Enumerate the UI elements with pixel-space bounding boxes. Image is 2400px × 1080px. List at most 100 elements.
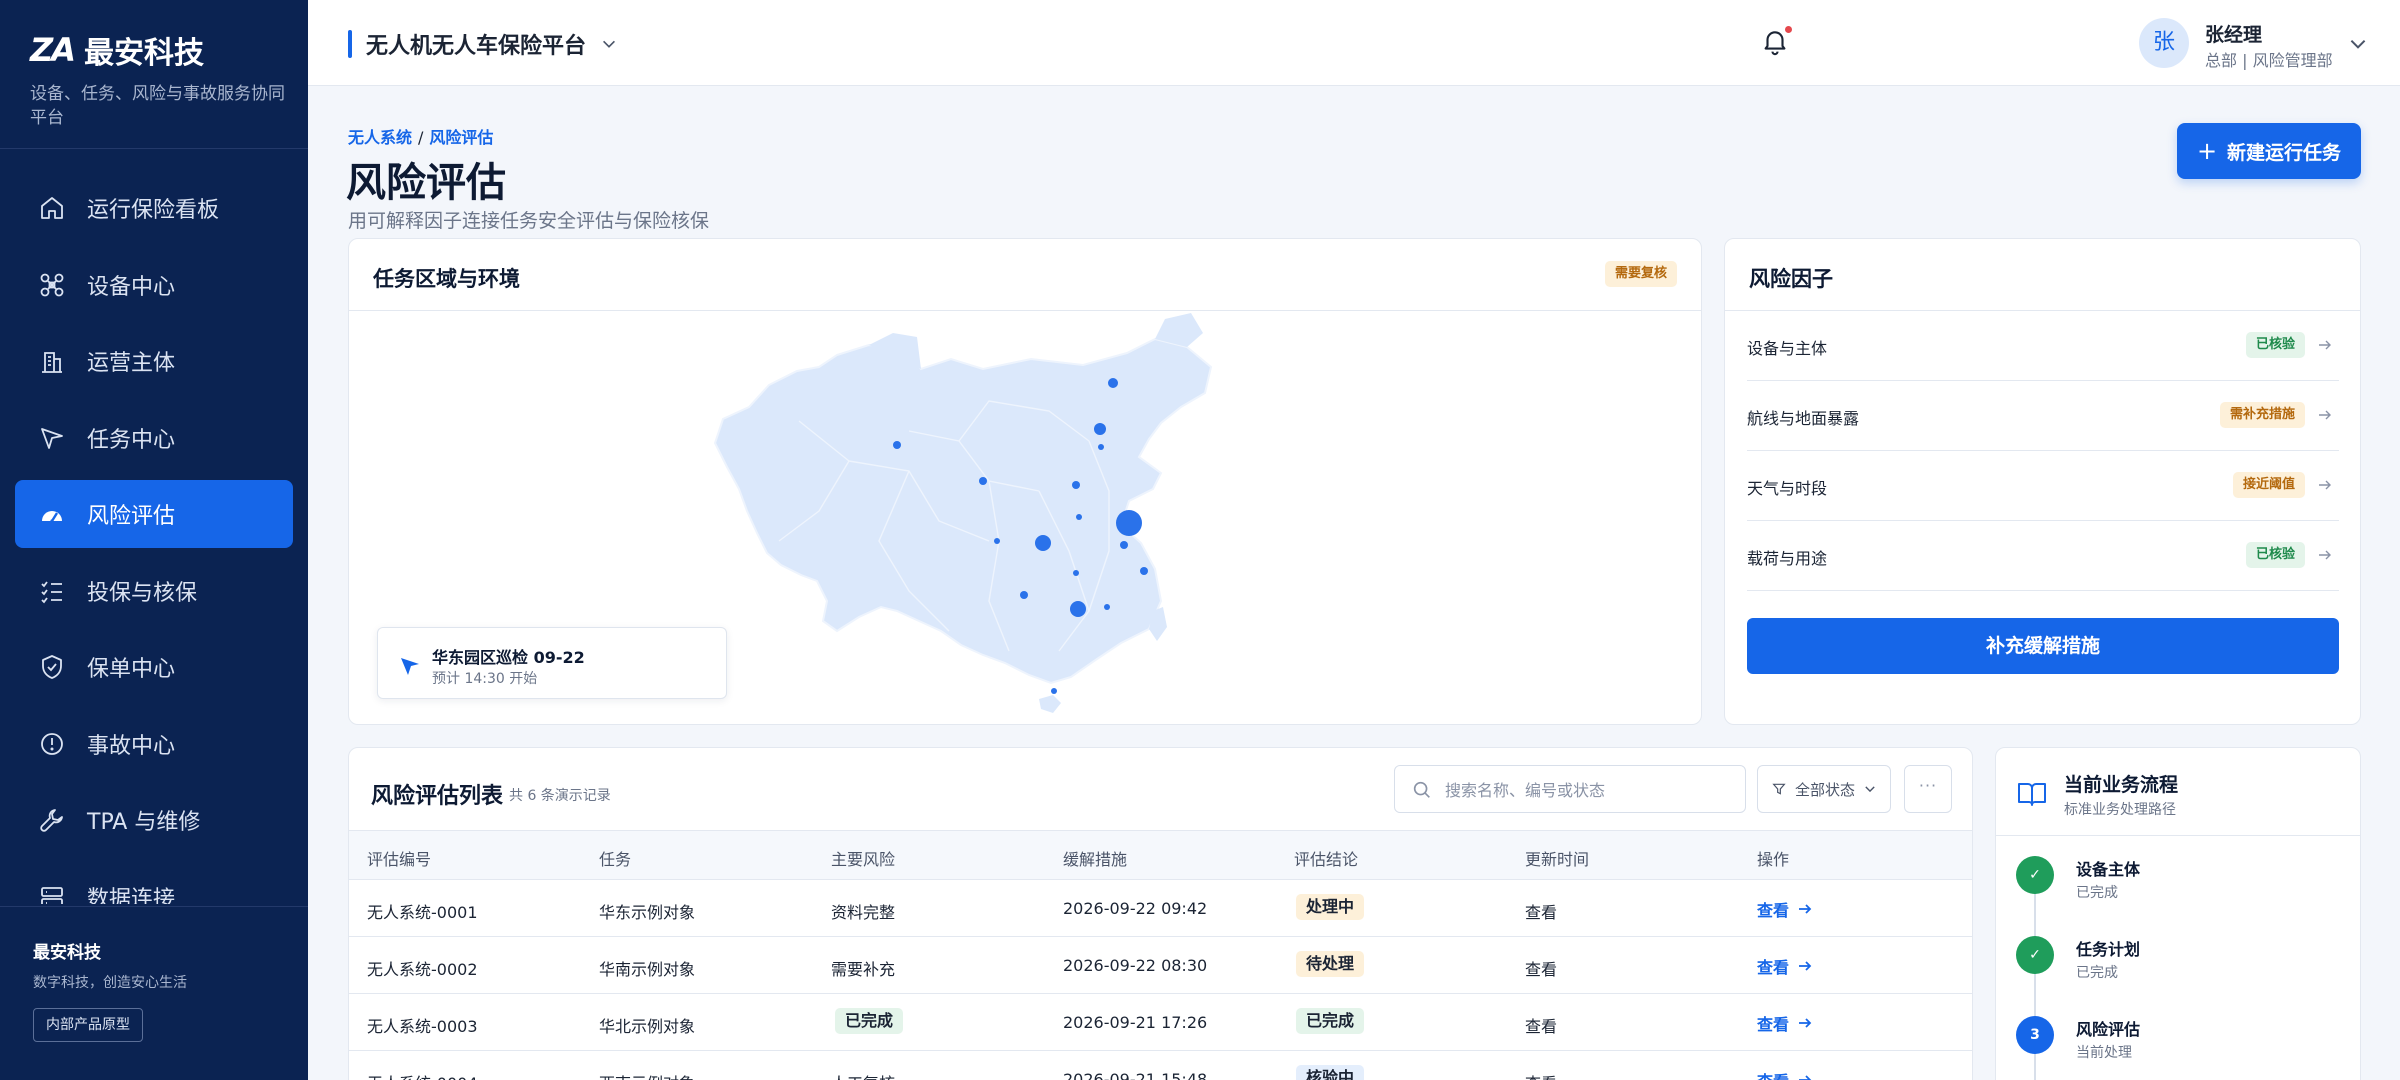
drone-icon: [37, 270, 67, 300]
sidebar-item[interactable]: 事故中心: [15, 710, 293, 778]
add-mitigation-button[interactable]: 补充缓解措施: [1747, 618, 2339, 674]
map-city-marker[interactable]: [1076, 514, 1082, 520]
cell-time: 2026-09-21 15:48: [1063, 1070, 1208, 1080]
table-row[interactable]: 无人系统-0002 华南示例对象 需要补充 2026-09-22 08:30 待处理 查看…: [349, 937, 1972, 994]
gauge-icon: [37, 499, 67, 529]
step-name: 任务计划: [2076, 940, 2141, 959]
workflow-step[interactable]: ✓ 任务计划 已完成: [2016, 934, 2346, 994]
arrow-right-icon: [2319, 340, 2331, 350]
view-link[interactable]: 查看: [1757, 954, 1813, 978]
prototype-tag-button[interactable]: 内部产品原型: [33, 1008, 143, 1042]
breadcrumb-current: 风险评估: [429, 128, 494, 147]
map-region: [713, 337, 1213, 685]
view-link[interactable]: 查看: [1757, 897, 1813, 921]
arrow-right-icon: [1799, 961, 1812, 971]
factor-row[interactable]: 载荷与用途 已核验: [1747, 521, 2339, 591]
page-title: 风险评估: [346, 160, 506, 206]
arrow-right-icon: [1799, 1018, 1812, 1028]
status-filter-label: 全部状态: [1794, 780, 1855, 799]
server-icon: [37, 882, 67, 904]
map-city-marker[interactable]: [1035, 535, 1051, 551]
sidebar-item[interactable]: TPA 与维修: [15, 786, 293, 854]
table-row[interactable]: 无人系统-0004 西南示例对象 人工复核 2026-09-21 15:48 核验中 查看…: [349, 1051, 1972, 1080]
workflow-step[interactable]: 3 风险评估 当前处理: [2016, 1014, 2346, 1074]
column-header: 评估编号: [367, 850, 432, 869]
factor-row[interactable]: 天气与时段 接近阈值: [1747, 451, 2339, 521]
platform-switcher[interactable]: 无人机无人车保险平台: [348, 28, 618, 60]
table-header: 评估编号 任务 主要风险 缓解措施 评估结论 更新时间 操作: [349, 830, 1972, 880]
map-city-marker[interactable]: [893, 441, 901, 449]
arrow-right-icon: [1799, 904, 1812, 914]
home-icon: [37, 193, 67, 223]
cell-task: 华南示例对象: [599, 960, 696, 979]
sidebar-item[interactable]: 数据连接: [15, 863, 293, 905]
factor-row[interactable]: 设备与主体 已核验: [1747, 311, 2339, 381]
more-button[interactable]: ···: [1904, 765, 1952, 813]
view-link-label: 查看: [1757, 1068, 1789, 1080]
sidebar-item[interactable]: 风险评估: [15, 480, 293, 548]
breadcrumb-item[interactable]: 无人系统: [348, 128, 412, 147]
review-badge: 需要复核: [1604, 261, 1677, 287]
view-link[interactable]: 查看: [1757, 1068, 1813, 1080]
map-city-marker[interactable]: [1094, 423, 1106, 435]
cell-time: 2026-09-22 08:30: [1063, 956, 1208, 975]
map-city-marker[interactable]: [1116, 510, 1142, 536]
factor-row[interactable]: 航线与地面暴露 需补充措施: [1747, 381, 2339, 451]
map-city-marker[interactable]: [1140, 567, 1148, 575]
step-state: 已完成: [2076, 885, 2118, 901]
brand-subtitle: 设备、任务、风险与事故服务协同平台: [30, 84, 285, 128]
cell-status-badge: 核验中: [1296, 1065, 1365, 1080]
column-header: 操作: [1757, 850, 1790, 869]
map-city-marker[interactable]: [1070, 601, 1086, 617]
sidebar-item[interactable]: 保单中心: [15, 633, 293, 701]
view-link-label: 查看: [1757, 901, 1790, 920]
workflow-card: 当前业务流程 标准业务处理路径 ✓ 设备主体 已完成 ✓ 任务计划 已完成 3 风险评估 当前处…: [1995, 747, 2361, 1080]
plus-icon: +: [2196, 137, 2218, 165]
sidebar: ZA 最安科技 设备、任务、风险与事故服务协同平台 运行保险看板设备中心运营主体…: [0, 0, 308, 1080]
sidebar-item-label: 运行保险看板: [87, 198, 220, 223]
sidebar-item[interactable]: 任务中心: [15, 404, 293, 472]
map-city-marker[interactable]: [1072, 481, 1080, 489]
view-link[interactable]: 查看: [1757, 1011, 1813, 1035]
notification-dot: [1785, 26, 1792, 33]
view-link-label: 查看: [1757, 1015, 1790, 1034]
column-header: 任务: [599, 850, 632, 869]
workflow-step[interactable]: ✓ 设备主体 已完成: [2016, 854, 2346, 914]
cell-task: 华北示例对象: [599, 1017, 696, 1036]
avatar[interactable]: 张: [2139, 18, 2189, 68]
table-row[interactable]: 无人系统-0001 华东示例对象 资料完整 2026-09-22 09:42 处理中 查看…: [349, 880, 1972, 937]
task-popup-sub: 预计 14:30 开始: [432, 671, 538, 687]
chevron-down-icon: [603, 40, 615, 48]
sidebar-item-label: 数据连接: [87, 886, 176, 905]
alert-circle-icon: [37, 729, 67, 759]
search-input[interactable]: [1445, 778, 1735, 802]
view-link-label: 查看: [1757, 958, 1790, 977]
sidebar-item[interactable]: 运营主体: [15, 327, 293, 395]
map-city-marker[interactable]: [1073, 570, 1079, 576]
workflow-header: 当前业务流程 标准业务处理路径: [1996, 748, 2360, 836]
map-city-marker[interactable]: [1104, 604, 1110, 610]
map-city-marker[interactable]: [1120, 541, 1128, 549]
task-popup[interactable]: 华东园区巡检 09-22 预计 14:30 开始: [377, 627, 727, 699]
sidebar-item-label: 事故中心: [87, 733, 176, 759]
map-city-marker[interactable]: [994, 538, 1000, 544]
search-box[interactable]: [1394, 765, 1746, 813]
map-city-marker[interactable]: [1051, 688, 1057, 694]
map-city-marker[interactable]: [1098, 444, 1104, 450]
map-city-marker[interactable]: [1108, 378, 1118, 388]
table-row[interactable]: 无人系统-0003 华北示例对象 已完成 2026-09-21 17:26 已完成 查看 查…: [349, 994, 1972, 1051]
status-filter[interactable]: 全部状态: [1757, 765, 1891, 813]
factor-label: 载荷与用途: [1747, 549, 1828, 568]
map-city-marker[interactable]: [1020, 591, 1028, 599]
brand[interactable]: ZA 最安科技: [30, 28, 204, 72]
sidebar-item[interactable]: 投保与核保: [15, 557, 293, 625]
factor-card-header: 风险因子: [1725, 239, 2360, 311]
chevron-down-icon[interactable]: [2347, 33, 2369, 55]
sidebar-item[interactable]: 运行保险看板: [15, 174, 293, 242]
new-task-button[interactable]: + 新建运行任务: [2177, 123, 2361, 179]
cell-id: 无人系统-0003: [367, 1017, 478, 1036]
arrow-right-icon: [2319, 480, 2331, 490]
sidebar-item[interactable]: 设备中心: [15, 251, 293, 319]
cell-status-badge: 待处理: [1296, 951, 1365, 977]
map-city-marker[interactable]: [979, 477, 987, 485]
